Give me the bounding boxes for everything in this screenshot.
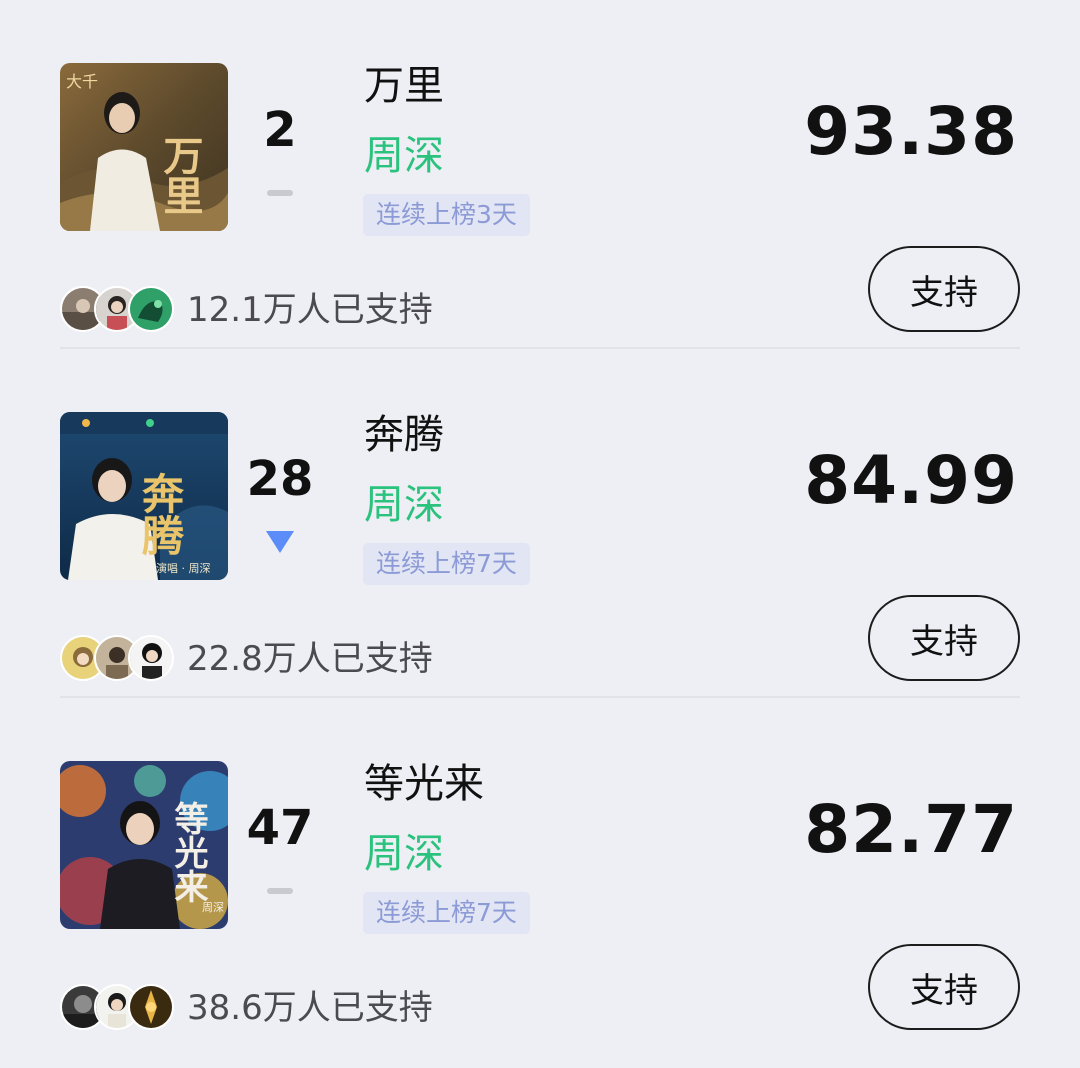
avatar bbox=[128, 984, 174, 1030]
supporter-count: 38.6万人已支持 bbox=[187, 988, 433, 1028]
list-item[interactable]: 奔腾 演唱 · 周深 28 奔腾 周深 连续上榜7天 84.99 22.8万人已… bbox=[0, 349, 1080, 698]
supporter-avatars bbox=[60, 286, 176, 332]
ranking-list: 万里 大千 2 万里 周深 连续上榜3天 93.38 12.1万人已支持 支持 bbox=[0, 0, 1080, 1068]
chart-streak-badge: 连续上榜7天 bbox=[363, 543, 530, 585]
album-cover[interactable]: 等光来 周深 bbox=[60, 761, 228, 929]
avatar bbox=[128, 635, 174, 681]
score-value: 93.38 bbox=[804, 93, 1018, 170]
trend-flat-icon bbox=[267, 190, 293, 196]
song-title[interactable]: 等光来 bbox=[364, 760, 484, 808]
score-value: 84.99 bbox=[804, 442, 1018, 519]
album-cover[interactable]: 奔腾 演唱 · 周深 bbox=[60, 412, 228, 580]
cover-small-text: 周深 bbox=[202, 901, 224, 914]
song-title[interactable]: 奔腾 bbox=[364, 411, 444, 459]
supporter-count: 22.8万人已支持 bbox=[187, 639, 433, 679]
list-item[interactable]: 万里 大千 2 万里 周深 连续上榜3天 93.38 12.1万人已支持 支持 bbox=[0, 0, 1080, 349]
rank-number: 2 bbox=[263, 102, 297, 158]
trend-indicator bbox=[230, 180, 330, 206]
supporter-count: 12.1万人已支持 bbox=[187, 290, 433, 330]
chart-streak-badge: 连续上榜3天 bbox=[363, 194, 530, 236]
rank-number: 47 bbox=[246, 800, 314, 856]
chart-streak-badge: 连续上榜7天 bbox=[363, 892, 530, 934]
cover-title-text: 等光来 bbox=[168, 801, 208, 903]
list-item[interactable]: 等光来 周深 47 等光来 周深 连续上榜7天 82.77 38.6万人已支持 … bbox=[0, 698, 1080, 1068]
trend-down-icon bbox=[266, 531, 294, 553]
supporter-avatars bbox=[60, 984, 176, 1030]
cover-small-text: 演唱 · 周深 bbox=[156, 561, 211, 575]
song-title[interactable]: 万里 bbox=[364, 62, 444, 110]
cover-small-text: 大千 bbox=[66, 72, 98, 91]
score-value: 82.77 bbox=[804, 791, 1018, 868]
support-button[interactable]: 支持 bbox=[868, 246, 1020, 332]
artist-name[interactable]: 周深 bbox=[364, 132, 444, 180]
artist-name[interactable]: 周深 bbox=[364, 481, 444, 529]
support-button[interactable]: 支持 bbox=[868, 595, 1020, 681]
avatar bbox=[128, 286, 174, 332]
support-button[interactable]: 支持 bbox=[868, 944, 1020, 1030]
trend-indicator bbox=[230, 878, 330, 904]
trend-flat-icon bbox=[267, 888, 293, 894]
album-cover[interactable]: 万里 大千 bbox=[60, 63, 228, 231]
rank-number: 28 bbox=[246, 451, 314, 507]
cover-title-text: 万里 bbox=[157, 135, 204, 215]
cover-title-text: 奔腾 bbox=[136, 472, 185, 556]
trend-indicator bbox=[230, 529, 330, 555]
artist-name[interactable]: 周深 bbox=[364, 830, 444, 878]
supporter-avatars bbox=[60, 635, 176, 681]
